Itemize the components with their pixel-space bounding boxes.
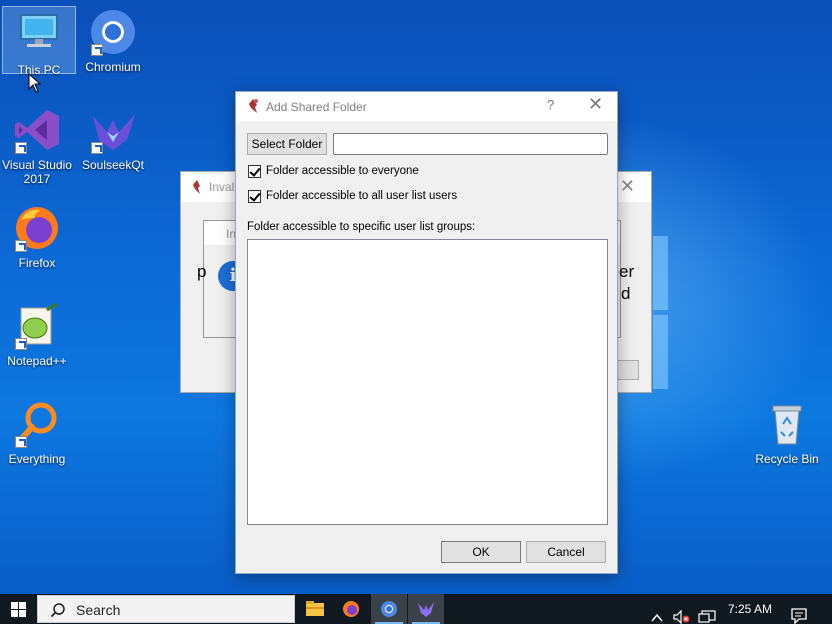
user-list-users-checkbox[interactable] xyxy=(248,189,261,203)
desktop-icon-label: Recycle Bin xyxy=(755,452,819,466)
help-button[interactable]: ? xyxy=(547,97,554,112)
everyone-checkbox-row[interactable]: Folder accessible to everyone xyxy=(248,163,419,179)
shortcut-arrow-icon xyxy=(15,142,27,154)
user-list-users-checkbox-row[interactable]: Folder accessible to all user list users xyxy=(248,188,457,204)
everyone-checkbox-label: Folder accessible to everyone xyxy=(266,165,419,177)
recycle-bin-icon xyxy=(763,400,811,448)
desktop-icon-soulseekqt[interactable]: SoulseekQt xyxy=(76,106,150,172)
desktop-icon-notepad-plus-plus[interactable]: Notepad++ xyxy=(0,302,74,368)
soulseekqt-icon xyxy=(418,602,434,617)
computer-icon xyxy=(15,11,63,59)
groups-label: Folder accessible to specific user list … xyxy=(247,221,476,233)
taskbar-file-explorer[interactable] xyxy=(297,594,333,624)
everyone-checkbox[interactable] xyxy=(248,164,261,178)
everything-search-icon xyxy=(13,400,61,448)
windows-logo-icon xyxy=(19,602,26,609)
chevron-up-icon[interactable] xyxy=(650,603,664,624)
wallpaper-logo-pane xyxy=(653,315,668,389)
ok-button[interactable]: OK xyxy=(441,541,521,563)
visual-studio-icon xyxy=(13,106,61,154)
taskbar-chromium[interactable] xyxy=(371,594,407,624)
search-icon xyxy=(50,603,65,618)
firefox-icon xyxy=(13,204,61,252)
close-button[interactable]: ✕ xyxy=(588,94,603,115)
user-list-users-checkbox-label: Folder accessible to all user list users xyxy=(266,190,458,202)
dialog-titlebar[interactable]: Add Shared Folder ? ✕ xyxy=(236,92,617,121)
notifications-icon[interactable] xyxy=(791,601,807,624)
shortcut-arrow-icon xyxy=(91,44,103,56)
volume-muted-icon[interactable] xyxy=(673,602,691,624)
shortcut-arrow-icon xyxy=(15,338,27,350)
windows-logo-icon xyxy=(19,610,26,617)
desktop-icon-label: Chromium xyxy=(85,60,141,74)
chromium-icon xyxy=(89,8,137,56)
desktop-icon-chromium[interactable]: Chromium xyxy=(76,8,150,74)
shortcut-arrow-icon xyxy=(15,240,27,252)
desktop-icon-firefox[interactable]: Firefox xyxy=(0,204,74,270)
taskbar-search-box[interactable]: Search xyxy=(37,595,295,623)
shortcut-arrow-icon xyxy=(91,142,103,154)
soulseekqt-icon xyxy=(89,106,137,154)
app-icon xyxy=(193,180,200,194)
select-folder-button[interactable]: Select Folder xyxy=(247,133,327,155)
background-dialog-right-text: d xyxy=(621,284,631,303)
shortcut-arrow-icon xyxy=(15,436,27,448)
taskbar-firefox[interactable] xyxy=(333,594,369,624)
soulseek-app-icon xyxy=(249,99,258,113)
desktop-icon-this-pc[interactable]: This PC xyxy=(2,6,76,77)
desktop-icon-label: Everything xyxy=(8,452,66,466)
firefox-icon xyxy=(343,601,359,617)
mouse-cursor-icon xyxy=(28,73,42,93)
background-dialog-right-text: er xyxy=(619,262,635,281)
start-button[interactable] xyxy=(0,594,37,624)
close-icon[interactable]: ✕ xyxy=(620,176,635,197)
folder-path-input[interactable] xyxy=(333,133,608,155)
desktop-icon-recycle-bin[interactable]: Recycle Bin xyxy=(750,400,824,466)
search-label: Search xyxy=(76,602,121,618)
user-groups-list[interactable] xyxy=(247,239,608,525)
windows-logo-icon xyxy=(11,610,18,617)
network-icon[interactable] xyxy=(698,602,716,624)
background-dialog-title: Inval xyxy=(209,180,235,194)
windows-logo-icon xyxy=(11,602,18,609)
wallpaper-logo-pane xyxy=(653,236,668,310)
desktop-icon-label: Visual Studio 2017 xyxy=(2,158,72,186)
desktop-icon-label: Notepad++ xyxy=(7,354,67,368)
cancel-button[interactable]: Cancel xyxy=(526,541,606,563)
notepad-plus-plus-icon xyxy=(13,302,61,350)
taskbar: Search 7:25 AM xyxy=(0,594,832,624)
desktop-icon-everything[interactable]: Everything xyxy=(0,400,74,466)
desktop-icon-visual-studio[interactable]: Visual Studio 2017 xyxy=(0,106,74,186)
taskbar-soulseekqt[interactable] xyxy=(408,594,444,624)
dialog-title: Add Shared Folder xyxy=(266,100,367,114)
add-shared-folder-dialog: Add Shared Folder ? ✕ Select Folder Fold… xyxy=(235,91,618,574)
desktop-icon-label: Firefox xyxy=(18,256,56,270)
taskbar-clock[interactable]: 7:25 AM xyxy=(728,602,772,616)
background-dialog-left-text: p xyxy=(197,262,207,281)
file-explorer-icon xyxy=(306,601,324,616)
desktop-icon-label: SoulseekQt xyxy=(81,158,145,172)
chromium-icon xyxy=(381,601,397,617)
